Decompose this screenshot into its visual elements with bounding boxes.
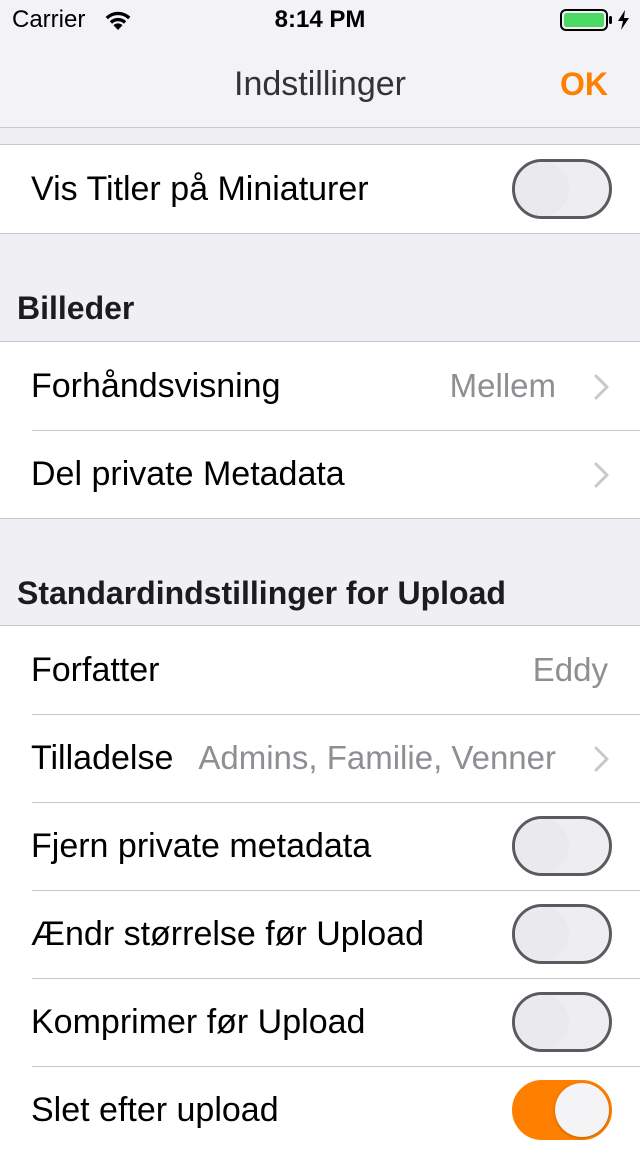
row-label: Tilladelse bbox=[31, 739, 174, 777]
show-thumbnail-titles-switch[interactable] bbox=[512, 159, 612, 219]
status-bar: Carrier 8:14 PM bbox=[0, 0, 640, 40]
status-time: 8:14 PM bbox=[274, 6, 366, 33]
permission-row[interactable]: Tilladelse Admins, Familie, Venner bbox=[0, 714, 640, 802]
images-settings-group: Forhåndsvisning Mellem Del private Metad… bbox=[0, 341, 640, 519]
share-private-metadata-row[interactable]: Del private Metadata bbox=[0, 430, 640, 518]
section-header-images: Billeder bbox=[17, 290, 135, 326]
navigation-bar: Indstillinger OK bbox=[0, 40, 640, 128]
row-label: Komprimer før Upload bbox=[31, 1003, 366, 1041]
upload-settings-group: Forfatter Eddy Tilladelse Admins, Famili… bbox=[0, 625, 640, 1154]
switch-knob bbox=[515, 995, 569, 1049]
section-header-upload-defaults: Standardindstillinger for Upload bbox=[17, 575, 506, 611]
page-title: Indstillinger bbox=[234, 65, 406, 103]
delete-after-upload-switch[interactable] bbox=[512, 1080, 612, 1140]
ok-button[interactable]: OK bbox=[560, 40, 608, 128]
resize-before-upload-switch[interactable] bbox=[512, 904, 612, 964]
chevron-right-icon bbox=[594, 746, 609, 772]
row-label: Vis Titler på Miniaturer bbox=[31, 170, 369, 208]
compress-before-upload-row: Komprimer før Upload bbox=[0, 978, 640, 1066]
preview-size-row[interactable]: Forhåndsvisning Mellem bbox=[0, 342, 640, 430]
author-row[interactable]: Forfatter Eddy bbox=[0, 626, 640, 714]
strip-private-metadata-row: Fjern private metadata bbox=[0, 802, 640, 890]
row-label: Forhåndsvisning bbox=[31, 367, 281, 405]
row-value: Mellem bbox=[449, 367, 556, 404]
switch-knob bbox=[515, 162, 569, 216]
row-label: Ændr størrelse før Upload bbox=[31, 915, 424, 953]
compress-before-upload-switch[interactable] bbox=[512, 992, 612, 1052]
row-label: Slet efter upload bbox=[31, 1091, 279, 1129]
row-value: Admins, Familie, Venner bbox=[198, 739, 556, 776]
show-thumbnail-titles-row: Vis Titler på Miniaturer bbox=[0, 145, 640, 233]
switch-knob bbox=[555, 1083, 609, 1137]
row-label: Fjern private metadata bbox=[31, 827, 372, 865]
resize-before-upload-row: Ændr størrelse før Upload bbox=[0, 890, 640, 978]
display-settings-group: Vis Titler på Miniaturer bbox=[0, 144, 640, 234]
switch-knob bbox=[515, 907, 569, 961]
row-label: Forfatter bbox=[31, 651, 160, 689]
strip-private-metadata-switch[interactable] bbox=[512, 816, 612, 876]
delete-after-upload-row: Slet efter upload bbox=[0, 1066, 640, 1154]
chevron-right-icon bbox=[594, 374, 609, 400]
battery-charging-icon bbox=[560, 9, 629, 31]
row-value: Eddy bbox=[532, 651, 608, 688]
chevron-right-icon bbox=[594, 462, 609, 488]
switch-knob bbox=[515, 819, 569, 873]
row-label: Del private Metadata bbox=[31, 455, 345, 493]
